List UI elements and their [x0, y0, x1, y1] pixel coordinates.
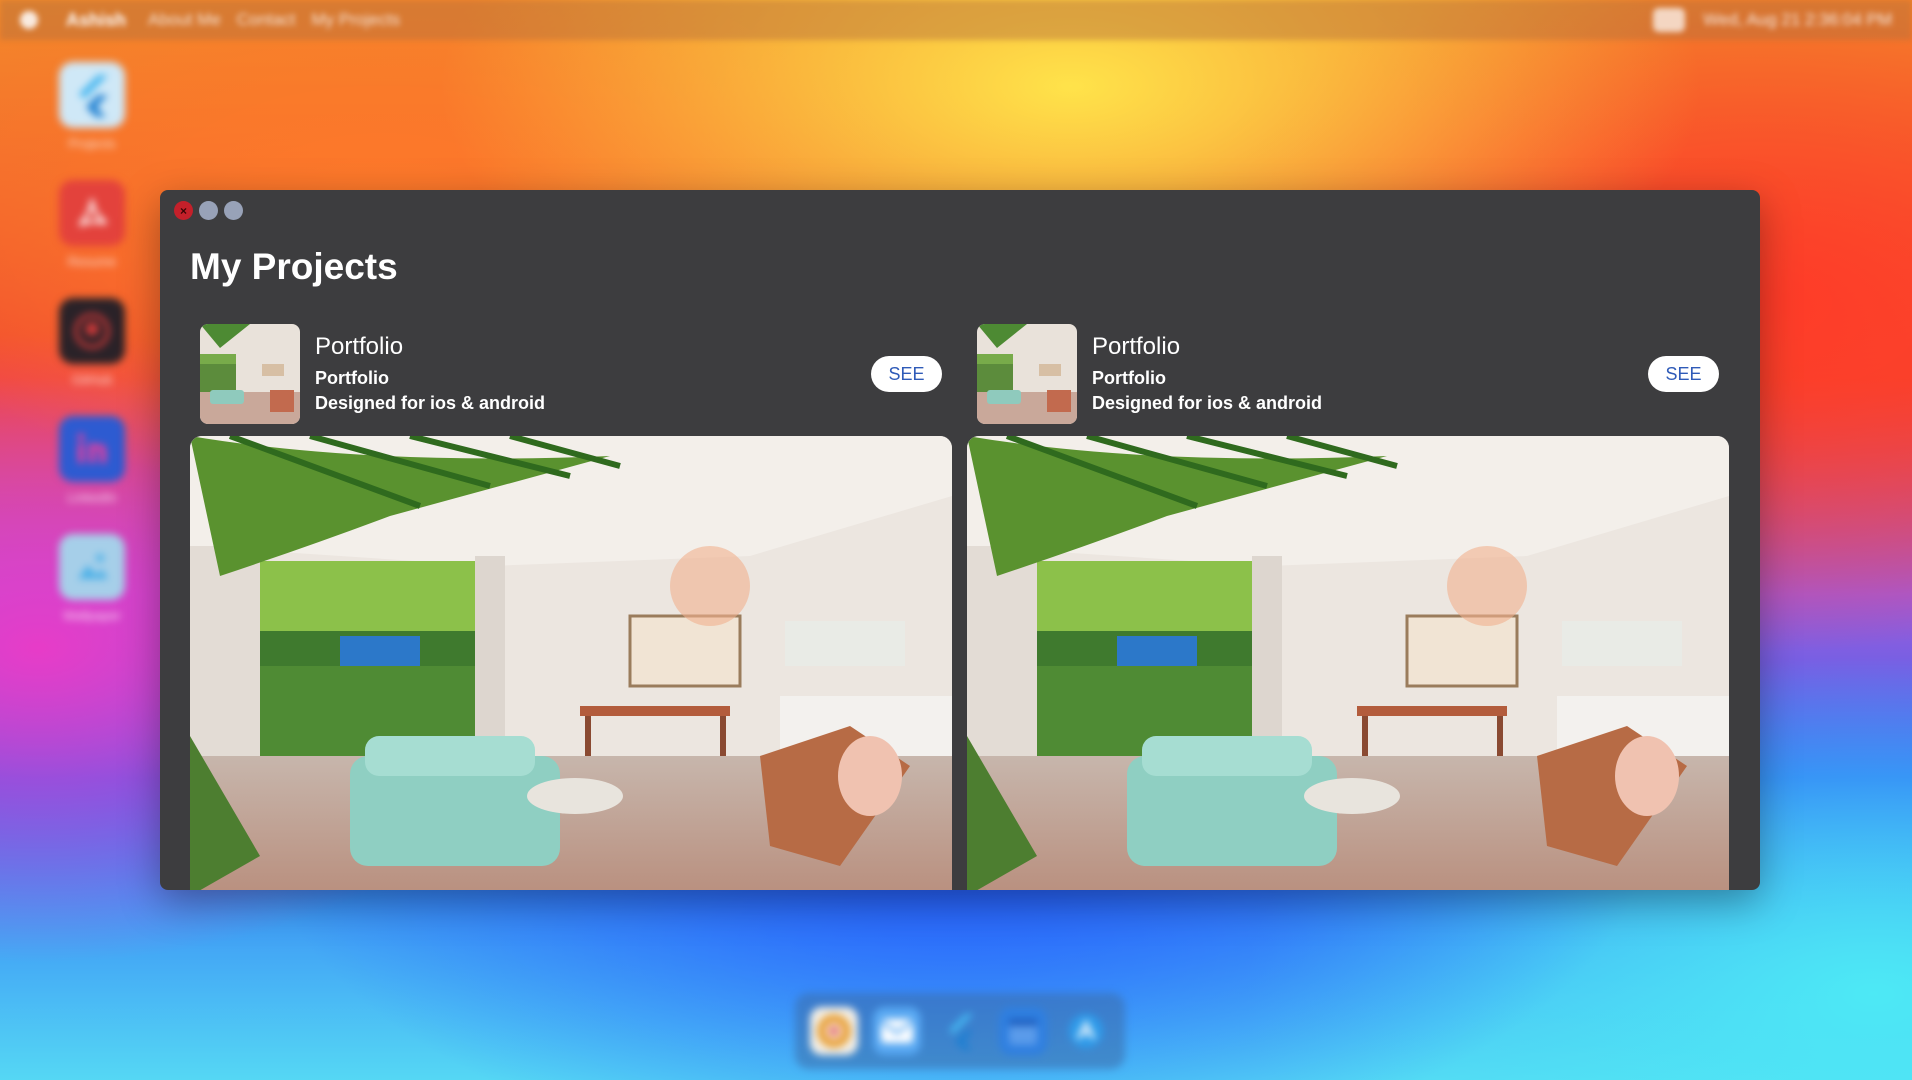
project-card: Portfolio Portfolio Designed for ios & a… — [967, 324, 1729, 890]
project-subtitle: Portfolio — [1092, 368, 1166, 388]
desktop-icons: Projects Resume GitHub LinkedIn Wallpape… — [52, 62, 132, 652]
project-card-header: Portfolio Portfolio Designed for ios & a… — [200, 324, 942, 424]
project-preview-image — [190, 436, 952, 890]
desktop-icon-wallpaper[interactable]: Wallpaper — [52, 534, 132, 652]
project-thumbnail — [200, 324, 300, 424]
projects-window: × My Projects Portfolio Portfolio Design… — [160, 190, 1760, 890]
image-icon — [59, 534, 125, 600]
maximize-button[interactable] — [224, 201, 243, 220]
page-title: My Projects — [190, 246, 398, 287]
close-icon: × — [179, 203, 187, 218]
project-description: Designed for ios & android — [315, 393, 546, 413]
dock — [795, 993, 1125, 1069]
linkedin-icon — [59, 416, 125, 482]
window-controls: × — [174, 201, 243, 220]
desktop-icon-label: Projects — [68, 136, 116, 151]
desktop-icon-linkedin[interactable]: LinkedIn — [52, 416, 132, 534]
pdf-icon — [59, 180, 125, 246]
close-button[interactable]: × — [174, 201, 193, 220]
desktop-icon-label: LinkedIn — [67, 490, 117, 505]
project-preview-image — [967, 436, 1729, 890]
calendar-icon[interactable] — [999, 1007, 1047, 1055]
desktop-icon-github[interactable]: GitHub — [52, 298, 132, 416]
project-subtitle: Portfolio — [315, 368, 389, 388]
project-name: Portfolio — [315, 333, 404, 360]
desktop-icon-label: GitHub — [71, 372, 113, 387]
desktop-icon-label: Resume — [67, 254, 117, 269]
project-description: Designed for ios & android — [1092, 393, 1323, 413]
menubar-app-name[interactable]: Ashish — [66, 10, 126, 31]
control-center-icon[interactable] — [1653, 8, 1686, 32]
project-meta: Portfolio Portfolio Designed for ios & a… — [1092, 332, 1322, 416]
app-store-icon[interactable] — [1062, 1007, 1110, 1055]
flutter-icon[interactable] — [936, 1007, 984, 1055]
github-icon — [59, 298, 125, 364]
menubar-item-contact[interactable]: Contact — [237, 10, 296, 30]
project-thumbnail — [977, 324, 1077, 424]
projects-list: Portfolio Portfolio Designed for ios & a… — [190, 324, 1730, 890]
mail-icon[interactable] — [873, 1007, 921, 1055]
menubar-clock: Wed, Aug 21 2:36:04 PM — [1703, 10, 1892, 29]
chrome-icon[interactable] — [810, 1007, 858, 1055]
desktop-icon-label: Wallpaper — [62, 608, 122, 623]
desktop-icon-projects[interactable]: Projects — [52, 62, 132, 180]
project-name: Portfolio — [1092, 333, 1181, 360]
see-project-button[interactable]: SEE — [1648, 356, 1719, 392]
menubar-item-about[interactable]: About Me — [148, 10, 221, 30]
project-meta: Portfolio Portfolio Designed for ios & a… — [315, 332, 545, 416]
flutter-icon — [59, 62, 125, 128]
project-card-header: Portfolio Portfolio Designed for ios & a… — [977, 324, 1719, 424]
menu-bar: Ashish About Me Contact My Projects Wed,… — [0, 0, 1912, 40]
see-project-button[interactable]: SEE — [871, 356, 942, 392]
project-card: Portfolio Portfolio Designed for ios & a… — [190, 324, 952, 890]
menubar-item-projects[interactable]: My Projects — [311, 10, 400, 30]
apple-icon[interactable] — [20, 11, 38, 29]
desktop-icon-resume[interactable]: Resume — [52, 180, 132, 298]
minimize-button[interactable] — [199, 201, 218, 220]
